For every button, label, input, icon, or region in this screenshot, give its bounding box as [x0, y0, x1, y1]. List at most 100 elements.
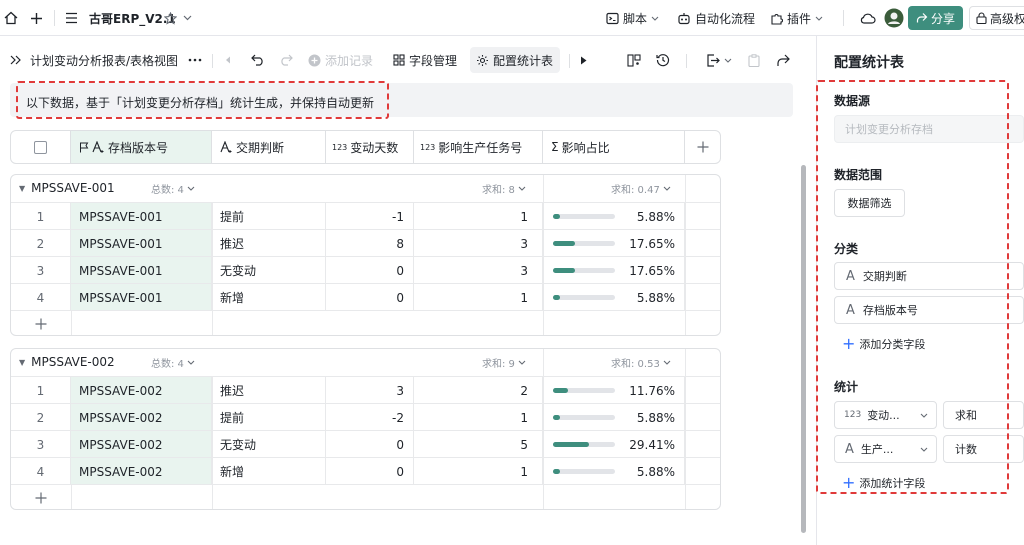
star-icon[interactable] [164, 8, 177, 28]
cell-tasks[interactable]: 1 [414, 284, 543, 311]
cell-tasks[interactable]: 3 [414, 230, 543, 257]
cell-judge[interactable]: 推迟 [212, 377, 326, 404]
add-column-button[interactable] [685, 131, 721, 163]
cell-judge[interactable]: 推迟 [212, 230, 326, 257]
table-row[interactable]: 2 MPSSAVE-002 提前 -2 1 5.88% [11, 403, 720, 431]
cell-version[interactable]: MPSSAVE-002 [71, 458, 212, 485]
history-icon[interactable] [656, 50, 670, 70]
cell-judge[interactable]: 新增 [212, 284, 326, 311]
caret-down-icon[interactable]: ▼ [19, 358, 25, 367]
cell-judge[interactable]: 提前 [212, 404, 326, 431]
col-header-judge[interactable]: 交期判断 [212, 131, 326, 163]
plus-icon[interactable] [30, 8, 43, 28]
cell-ratio[interactable]: 5.88% [543, 458, 685, 485]
sigma-icon: Σ [551, 140, 559, 154]
group-title[interactable]: ▼ MPSSAVE-002 [19, 355, 115, 369]
col-header-version[interactable]: 存档版本号 [71, 131, 212, 163]
cell-version[interactable]: MPSSAVE-002 [71, 377, 212, 404]
cloud-icon[interactable] [860, 8, 876, 28]
layout-icon[interactable] [627, 50, 641, 70]
cell-days[interactable]: 0 [326, 431, 414, 458]
forward-icon[interactable] [776, 50, 790, 70]
cell-version[interactable]: MPSSAVE-002 [71, 431, 212, 458]
cell-version[interactable]: MPSSAVE-001 [71, 257, 212, 284]
cell-version[interactable]: MPSSAVE-001 [71, 203, 212, 230]
add-row[interactable] [11, 310, 720, 335]
col-header-ratio[interactable]: Σ 影响占比 [543, 131, 685, 163]
cell-version[interactable]: MPSSAVE-002 [71, 404, 212, 431]
cell-tasks[interactable]: 5 [414, 431, 543, 458]
cell-version[interactable]: MPSSAVE-001 [71, 284, 212, 311]
cell-judge[interactable]: 提前 [212, 203, 326, 230]
table-row[interactable]: 1 MPSSAVE-002 推迟 3 2 11.76% [11, 376, 720, 404]
group-title[interactable]: ▼ MPSSAVE-001 [19, 181, 115, 195]
advanced-permission-button[interactable]: 高级权 [969, 6, 1024, 30]
cell-ratio[interactable]: 17.65% [543, 257, 685, 284]
cell-version[interactable]: MPSSAVE-001 [71, 230, 212, 257]
more-icon[interactable] [188, 50, 202, 70]
add-row[interactable] [11, 484, 720, 509]
cell-ratio[interactable]: 17.65% [543, 230, 685, 257]
group-sum-tasks[interactable]: 求和: 9 [482, 355, 526, 370]
select-all-checkbox[interactable] [34, 140, 47, 154]
field-manage-button[interactable]: 字段管理 [393, 50, 457, 70]
table-row[interactable]: 4 MPSSAVE-002 新增 0 1 5.88% [11, 457, 720, 485]
play-icon[interactable] [580, 50, 587, 70]
cell-ratio[interactable]: 5.88% [543, 404, 685, 431]
menu-icon[interactable] [65, 8, 78, 28]
cell-ratio[interactable]: 5.88% [543, 203, 685, 230]
group-sum-ratio[interactable]: 求和: 0.47 [611, 181, 671, 196]
caret-down-icon[interactable]: ▼ [19, 184, 25, 193]
script-menu[interactable]: 脚本 [606, 8, 659, 28]
redo-icon[interactable] [279, 50, 293, 70]
cell-days[interactable]: -1 [326, 203, 414, 230]
automation-menu[interactable]: 自动化流程 [677, 8, 755, 28]
cell-ratio[interactable]: 11.76% [543, 377, 685, 404]
share-button[interactable]: 分享 [908, 6, 963, 30]
col-header-tasks[interactable]: 123 影响生产任务号 [414, 131, 543, 163]
group-sum-ratio[interactable]: 求和: 0.53 [611, 355, 671, 370]
cell-days[interactable]: -2 [326, 404, 414, 431]
plus-icon[interactable] [35, 318, 47, 333]
cell-judge[interactable]: 无变动 [212, 431, 326, 458]
cell-ratio[interactable]: 5.88% [543, 284, 685, 311]
cell-tasks[interactable]: 1 [414, 203, 543, 230]
cell-judge[interactable]: 新增 [212, 458, 326, 485]
group-total[interactable]: 总数: 4 [151, 355, 195, 370]
cell-days[interactable]: 0 [326, 284, 414, 311]
export-icon[interactable] [706, 50, 732, 70]
prev-icon[interactable] [225, 50, 231, 70]
plus-icon[interactable] [35, 492, 47, 507]
avatar[interactable] [884, 8, 904, 28]
cell-tasks[interactable]: 1 [414, 458, 543, 485]
undo-icon[interactable] [251, 50, 265, 70]
cell-tasks[interactable]: 2 [414, 377, 543, 404]
table-row[interactable]: 4 MPSSAVE-001 新增 0 1 5.88% [11, 283, 720, 311]
group-sum-tasks[interactable]: 求和: 8 [482, 181, 526, 196]
table-header: 存档版本号 交期判断 123 变动天数 123 影响生产任务号 Σ 影响占比 [10, 130, 721, 164]
home-icon[interactable] [4, 8, 18, 28]
cell-judge[interactable]: 无变动 [212, 257, 326, 284]
vertical-scrollbar[interactable] [801, 165, 806, 533]
expand-sidebar-icon[interactable] [10, 50, 22, 70]
cell-days[interactable]: 0 [326, 257, 414, 284]
cell-days[interactable]: 3 [326, 377, 414, 404]
table-row[interactable]: 3 MPSSAVE-001 无变动 0 3 17.65% [11, 256, 720, 284]
table-row[interactable]: 1 MPSSAVE-001 提前 -1 1 5.88% [11, 202, 720, 230]
cell-days[interactable]: 8 [326, 230, 414, 257]
plugin-menu[interactable]: 插件 [770, 8, 823, 28]
clipboard-icon[interactable] [748, 50, 760, 70]
col-header-days[interactable]: 123 变动天数 [326, 131, 414, 163]
table-row[interactable]: 3 MPSSAVE-002 无变动 0 5 29.41% [11, 430, 720, 458]
chevron-down-icon[interactable] [183, 8, 192, 28]
group-total[interactable]: 总数: 4 [151, 181, 195, 196]
row-index: 2 [11, 404, 71, 431]
cell-tasks[interactable]: 1 [414, 404, 543, 431]
table-row[interactable]: 2 MPSSAVE-001 推迟 8 3 17.65% [11, 229, 720, 257]
col-label-tasks: 影响生产任务号 [438, 140, 523, 155]
grid-icon [393, 54, 405, 66]
add-record-button[interactable]: 添加记录 [308, 50, 373, 70]
cell-days[interactable]: 0 [326, 458, 414, 485]
cell-tasks[interactable]: 3 [414, 257, 543, 284]
cell-ratio[interactable]: 29.41% [543, 431, 685, 458]
